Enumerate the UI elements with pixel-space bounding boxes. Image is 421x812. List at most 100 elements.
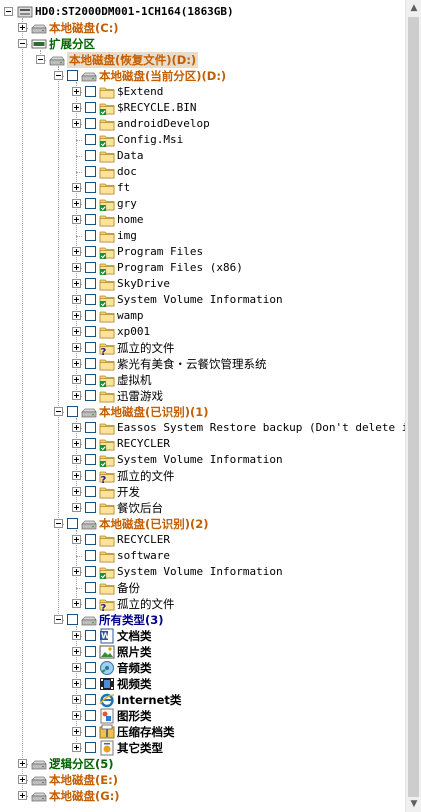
expand-plus-icon[interactable]: [18, 23, 27, 32]
select-checkbox[interactable]: [85, 646, 96, 657]
expand-plus-icon[interactable]: [18, 775, 27, 784]
expand-plus-icon[interactable]: [72, 503, 81, 512]
folder-item[interactable]: ft: [0, 180, 405, 196]
select-checkbox[interactable]: [85, 502, 96, 513]
expand-plus-icon[interactable]: [72, 199, 81, 208]
folder-item[interactable]: Config.Msi: [0, 132, 405, 148]
select-checkbox[interactable]: [85, 182, 96, 193]
expand-plus-icon[interactable]: [18, 791, 27, 800]
select-checkbox[interactable]: [85, 102, 96, 113]
folder-item[interactable]: img: [0, 228, 405, 244]
scroll-up-arrow-icon[interactable]: ▲: [406, 0, 421, 16]
folder-item[interactable]: doc: [0, 164, 405, 180]
select-checkbox[interactable]: [85, 454, 96, 465]
select-checkbox[interactable]: [85, 742, 96, 753]
folder-item[interactable]: $RECYCLE.BIN: [0, 100, 405, 116]
select-checkbox[interactable]: [85, 582, 96, 593]
collapse-minus-icon[interactable]: [18, 39, 27, 48]
select-checkbox[interactable]: [85, 710, 96, 721]
drive-g-node[interactable]: 本地磁盘(G:): [0, 788, 405, 804]
folder-item[interactable]: 备份: [0, 580, 405, 596]
folder-item[interactable]: 紫光有美食・云餐饮管理系统: [0, 356, 405, 372]
select-checkbox[interactable]: [85, 694, 96, 705]
select-checkbox[interactable]: [85, 134, 96, 145]
select-checkbox[interactable]: [85, 486, 96, 497]
expand-plus-icon[interactable]: [72, 183, 81, 192]
folder-item[interactable]: RECYCLER: [0, 532, 405, 548]
expand-plus-icon[interactable]: [72, 455, 81, 464]
file-type-item[interactable]: W 文档类: [0, 628, 405, 644]
expand-plus-icon[interactable]: [72, 119, 81, 128]
select-checkbox[interactable]: [85, 326, 96, 337]
select-checkbox[interactable]: [85, 726, 96, 737]
folder-item[interactable]: home: [0, 212, 405, 228]
extended-partition-node[interactable]: 扩展分区: [0, 36, 405, 52]
select-checkbox[interactable]: [67, 70, 78, 81]
logical-partitions-node[interactable]: 逻辑分区(5): [0, 756, 405, 772]
file-type-item[interactable]: 音频类: [0, 660, 405, 676]
drive-e-node[interactable]: 本地磁盘(E:): [0, 772, 405, 788]
select-checkbox[interactable]: [85, 246, 96, 257]
folder-item[interactable]: SkyDrive: [0, 276, 405, 292]
expand-plus-icon[interactable]: [72, 631, 81, 640]
expand-plus-icon[interactable]: [72, 679, 81, 688]
expand-plus-icon[interactable]: [72, 391, 81, 400]
vertical-scrollbar[interactable]: ▲ ▼: [405, 0, 421, 812]
expand-plus-icon[interactable]: [72, 567, 81, 576]
select-checkbox[interactable]: [85, 470, 96, 481]
scroll-down-arrow-icon[interactable]: ▼: [406, 796, 421, 812]
folder-item[interactable]: 虚拟机: [0, 372, 405, 388]
expand-plus-icon[interactable]: [72, 743, 81, 752]
folder-item[interactable]: RECYCLER: [0, 436, 405, 452]
file-type-item[interactable]: Internet类: [0, 692, 405, 708]
select-checkbox[interactable]: [67, 406, 78, 417]
select-checkbox[interactable]: [85, 678, 96, 689]
expand-plus-icon[interactable]: [72, 439, 81, 448]
expand-plus-icon[interactable]: [72, 103, 81, 112]
expand-plus-icon[interactable]: [72, 487, 81, 496]
folder-item[interactable]: System Volume Information: [0, 564, 405, 580]
select-checkbox[interactable]: [85, 630, 96, 641]
folder-item[interactable]: gry: [0, 196, 405, 212]
select-checkbox[interactable]: [85, 422, 96, 433]
select-checkbox[interactable]: [85, 662, 96, 673]
folder-item[interactable]: 迅雷游戏: [0, 388, 405, 404]
folder-item[interactable]: System Volume Information: [0, 452, 405, 468]
expand-plus-icon[interactable]: [72, 215, 81, 224]
select-checkbox[interactable]: [85, 150, 96, 161]
expand-plus-icon[interactable]: [72, 327, 81, 336]
collapse-minus-icon[interactable]: [54, 519, 63, 528]
select-checkbox[interactable]: [85, 438, 96, 449]
select-checkbox[interactable]: [85, 358, 96, 369]
folder-item[interactable]: wamp: [0, 308, 405, 324]
current-partition-node[interactable]: 本地磁盘(当前分区)(D:): [0, 68, 405, 84]
expand-plus-icon[interactable]: [72, 359, 81, 368]
collapse-minus-icon[interactable]: [36, 55, 45, 64]
collapse-minus-icon[interactable]: [54, 407, 63, 416]
select-checkbox[interactable]: [85, 262, 96, 273]
folder-item[interactable]: $Extend: [0, 84, 405, 100]
file-type-item[interactable]: 视频类: [0, 676, 405, 692]
select-checkbox[interactable]: [85, 166, 96, 177]
folder-item[interactable]: androidDevelop: [0, 116, 405, 132]
folder-item[interactable]: Eassos System Restore backup (Don't dele…: [0, 420, 405, 436]
select-checkbox[interactable]: [85, 310, 96, 321]
folder-item[interactable]: Data: [0, 148, 405, 164]
collapse-minus-icon[interactable]: [54, 71, 63, 80]
select-checkbox[interactable]: [85, 374, 96, 385]
disk-node[interactable]: HD0:ST2000DM001-1CH164(1863GB): [0, 4, 405, 20]
expand-plus-icon[interactable]: [72, 343, 81, 352]
select-checkbox[interactable]: [85, 118, 96, 129]
expand-plus-icon[interactable]: [72, 711, 81, 720]
select-checkbox[interactable]: [85, 86, 96, 97]
folder-item[interactable]: software: [0, 548, 405, 564]
expand-plus-icon[interactable]: [72, 87, 81, 96]
select-checkbox[interactable]: [85, 278, 96, 289]
expand-plus-icon[interactable]: [72, 295, 81, 304]
expand-plus-icon[interactable]: [72, 535, 81, 544]
folder-item[interactable]: 餐饮后台: [0, 500, 405, 516]
expand-plus-icon[interactable]: [72, 663, 81, 672]
drive-d-node[interactable]: 本地磁盘(恢复文件)(D:): [0, 52, 405, 68]
expand-plus-icon[interactable]: [72, 727, 81, 736]
expand-plus-icon[interactable]: [72, 279, 81, 288]
